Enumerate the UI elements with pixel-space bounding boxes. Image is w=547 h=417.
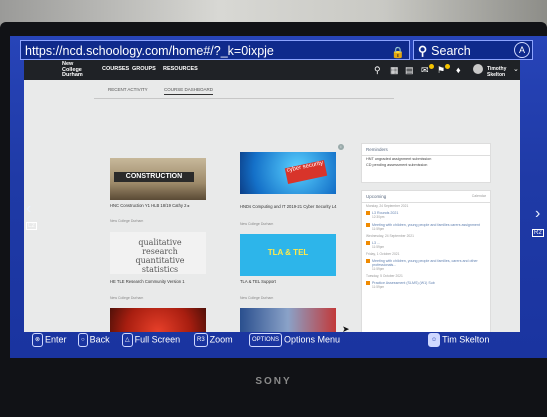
bell-icon[interactable]: ♦ — [456, 64, 461, 76]
l2-label: L2 — [26, 222, 37, 230]
college-logo[interactable]: New College Durham — [62, 61, 92, 79]
event-time: 12:30pm — [372, 215, 385, 219]
cursor-icon: ➤ — [342, 324, 350, 332]
course-org: New College Durham — [240, 296, 274, 300]
nav-resources[interactable]: RESOURCES — [163, 66, 198, 72]
construction-banner: CONSTRUCTION — [114, 172, 194, 182]
search-icon[interactable]: ⚲ — [374, 64, 381, 76]
list-item[interactable]: Meeting with children, young people and … — [362, 257, 490, 273]
address-bar[interactable]: https://ncd.schoology.com/home#/?_k=0ixp… — [20, 40, 410, 60]
apps-grid-icon[interactable]: ▦ — [390, 64, 399, 76]
nav-courses[interactable]: COURSES — [102, 66, 129, 72]
logo-line: Durham — [62, 72, 83, 79]
event-time: 11:59pm — [372, 285, 385, 289]
back-hint: ○ Back — [78, 333, 110, 347]
upcoming-header: Upcoming Calendar — [362, 191, 490, 203]
assignment-icon — [366, 281, 370, 285]
event-time: 11:59pm — [372, 227, 385, 231]
schoology-header: New College Durham COURSES GROUPS RESOUR… — [24, 60, 520, 80]
home-button[interactable]: A — [514, 42, 530, 58]
chevron-right-icon[interactable]: › — [535, 205, 540, 223]
event-title: Meeting with children, young people and … — [372, 259, 478, 267]
r3-button-icon: R3 — [194, 333, 208, 347]
course-card[interactable]: CONSTRUCTION — [110, 158, 206, 200]
assignment-icon — [366, 259, 370, 263]
circle-button-icon: ○ — [78, 333, 88, 347]
signed-in-user: ☺ Tim Skelton — [428, 333, 489, 347]
tab-course-dashboard[interactable]: COURSE DASHBOARD — [164, 87, 214, 95]
hint-label: Enter — [45, 334, 67, 345]
url-text: https://ncd.schoology.com/home#/?_k=0ixp… — [25, 44, 274, 58]
course-title[interactable]: HNC Construction Y1 HLB 18/19 Cathy 2 ▸ — [110, 203, 210, 208]
course-title[interactable]: HE TLE Research Community Version 1 — [110, 279, 210, 284]
tv-brand-logo: SONY — [255, 376, 292, 387]
course-card[interactable]: TLA & TEL — [240, 234, 336, 276]
upcoming-panel: Upcoming Calendar Monday, 24 September 2… — [361, 190, 491, 332]
chevron-left-icon[interactable]: ‹ — [26, 200, 31, 218]
dashboard-tabs: RECENT ACTIVITY COURSE DASHBOARD — [94, 84, 394, 99]
user-icon: ☺ — [428, 333, 441, 347]
course-card[interactable]: qualitative research quantitative statis… — [110, 232, 206, 274]
fullscreen-hint: △ Full Screen — [122, 333, 180, 347]
search-label: Search — [431, 44, 471, 58]
nav-groups[interactable]: GROUPS — [132, 66, 156, 72]
list-item[interactable]: Practice Assessment (SLMS) (W1) Sub 11:59… — [362, 279, 490, 291]
course-card[interactable] — [240, 308, 336, 332]
course-card[interactable] — [110, 308, 206, 332]
reminders-panel: Reminders HNT ungraded assignment submis… — [361, 143, 491, 183]
event-title: Meeting with children, young people and … — [372, 223, 480, 227]
options-button-icon: OPTIONS — [249, 333, 283, 347]
notifications-badge — [445, 64, 450, 69]
status-user: Tim Skelton — [442, 334, 490, 345]
cyber-security-key: cyber security — [284, 160, 328, 184]
course-org: New College Durham — [110, 219, 144, 223]
messages-badge — [429, 64, 434, 69]
messages-icon[interactable]: ✉ — [421, 64, 429, 76]
list-item[interactable]: L3 ... 11:59pm — [362, 239, 490, 251]
tab-recent-activity[interactable]: RECENT ACTIVITY — [108, 87, 148, 92]
notifications-icon[interactable]: ⚑ — [437, 64, 445, 76]
course-title[interactable]: TLA & TEL Support — [240, 279, 340, 284]
triangle-button-icon: △ — [122, 333, 133, 347]
calendar-link[interactable]: Calendar — [472, 194, 486, 198]
zoom-hint: R3 Zoom — [194, 333, 233, 347]
calendar-icon[interactable]: ▤ — [405, 64, 414, 76]
enter-hint: ⊗ Enter — [32, 333, 67, 347]
reminders-title: Reminders — [362, 144, 490, 156]
course-title[interactable]: HNDs Computing and IT 2019-21 Cyber Secu… — [240, 204, 340, 209]
assignment-icon — [366, 223, 370, 227]
tla-tel-logo: TLA & TEL — [267, 248, 309, 257]
reminder-item[interactable]: CD pending assessment submission — [362, 162, 490, 168]
list-item[interactable]: Meeting with children, young people and … — [362, 221, 490, 233]
r2-label: R2 — [532, 229, 544, 237]
hint-label: Full Screen — [134, 334, 181, 345]
info-icon[interactable]: i — [338, 144, 344, 150]
search-icon: ⚲ — [418, 44, 428, 58]
assignment-icon — [366, 211, 370, 215]
options-hint: OPTIONS Options Menu — [249, 333, 340, 347]
chevron-down-icon[interactable]: ⌄ — [513, 64, 519, 76]
list-item[interactable]: L3 Rounds 2021 12:30pm — [362, 209, 490, 221]
web-page: New College Durham COURSES GROUPS RESOUR… — [24, 60, 520, 332]
hint-label: Zoom — [209, 334, 233, 345]
assignment-icon — [366, 241, 370, 245]
course-org: New College Durham — [240, 222, 274, 226]
course-card[interactable]: cyber security — [240, 152, 336, 194]
event-time: 11:59pm — [372, 267, 385, 271]
word-cloud: qualitative research quantitative statis… — [135, 238, 185, 274]
avatar[interactable] — [473, 64, 483, 74]
cross-button-icon: ⊗ — [32, 333, 44, 347]
search-box[interactable]: ⚲ Search A — [413, 40, 533, 60]
hint-label: Back — [89, 334, 110, 345]
course-org: New College Durham — [110, 296, 144, 300]
event-time: 11:59pm — [372, 245, 385, 249]
upcoming-title: Upcoming — [366, 194, 387, 199]
hint-label: Options Menu — [284, 334, 341, 345]
